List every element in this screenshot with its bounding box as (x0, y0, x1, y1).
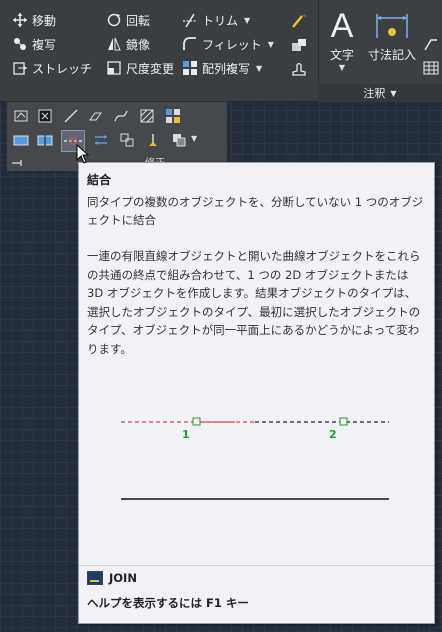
leader-icon[interactable] (423, 36, 439, 52)
stretch-label: ストレッチ (32, 61, 93, 76)
array-label: 配列複写 (202, 61, 251, 76)
join-tooltip: 結合 同タイプの複数のオブジェクトを、分断していない 1 つのオブジェクトに結合… (78, 162, 435, 624)
tooltip-help: ヘルプを表示するには F1 キー (87, 596, 249, 610)
tooltip-separator (79, 565, 434, 566)
diagram-label-1: 1 (182, 428, 190, 441)
text-dropdown-icon: ▼ (338, 63, 346, 72)
array-button[interactable]: 配列複写 ▼ (182, 58, 262, 78)
move-label: 移動 (32, 13, 57, 28)
tooltip-detail: 一連の有限直線オブジェクトと開いた曲線オブジェクトをこれらの共通の終点で組み合わ… (87, 249, 421, 356)
draw-order-icon (173, 134, 186, 147)
edit-spline-icon[interactable] (113, 108, 129, 124)
annotation-expand-icon: ▼ (390, 88, 397, 98)
draw-order-button[interactable]: ▼ (171, 132, 201, 148)
trim-dropdown-icon[interactable]: ▼ (244, 16, 250, 25)
lengthen-icon[interactable] (63, 108, 79, 124)
diagram-label-2: 2 (329, 428, 337, 441)
break-at-point-icon[interactable] (13, 132, 29, 148)
rotate-button[interactable]: 回転 (106, 10, 150, 30)
scale-icon (106, 60, 122, 76)
array-dropdown-icon[interactable]: ▼ (256, 64, 262, 73)
text-label: 文字 (329, 48, 354, 62)
move-button[interactable]: 移動 (12, 10, 56, 30)
copy-button[interactable]: 複写 (12, 34, 56, 54)
text-button[interactable]: A 文字 ▼ (327, 8, 357, 72)
annotation-panel-label: 注釈 (363, 87, 386, 100)
reverse-icon[interactable] (93, 132, 109, 148)
array-icon (182, 60, 198, 76)
rotate-icon (106, 12, 122, 28)
trim-icon (182, 12, 198, 28)
command-line-icon (87, 571, 103, 585)
pin-icon[interactable] (145, 132, 161, 148)
stretch-icon (12, 60, 28, 76)
tooltip-summary: 同タイプの複数のオブジェクトを、分断していない 1 つのオブジェクトに結合 (87, 195, 424, 227)
rotate-label: 回転 (126, 13, 151, 28)
mouse-cursor-icon (76, 144, 90, 164)
scale-label: 尺度変更 (126, 61, 175, 76)
tooltip-command: JOIN (87, 571, 137, 585)
move-icon (12, 12, 28, 28)
break-icon[interactable] (37, 132, 53, 148)
pin-panel-icon[interactable] (11, 156, 25, 166)
fillet-icon (182, 36, 198, 52)
mirror-button[interactable]: 鏡像 (106, 34, 150, 54)
stamp-icon[interactable] (290, 60, 308, 78)
edit-hatch-icon[interactable] (139, 108, 155, 124)
text-a-icon: A (330, 7, 354, 45)
tooltip-title: 結合 (87, 173, 112, 187)
fillet-button[interactable]: フィレット ▼ (182, 34, 274, 54)
fillet-dropdown-icon[interactable]: ▼ (268, 40, 274, 49)
mirror-label: 鏡像 (126, 37, 151, 52)
trim-button[interactable]: トリム ▼ (182, 10, 250, 30)
overkill-icon[interactable] (119, 132, 135, 148)
trim-label: トリム (202, 13, 239, 28)
brush-icon[interactable] (290, 12, 308, 30)
draw-order-dropdown-icon: ▼ (191, 134, 198, 143)
diagram-marker-1 (192, 417, 201, 426)
mirror-icon (106, 36, 122, 52)
edit-polyline-icon[interactable] (13, 108, 29, 124)
dimension-button[interactable]: 寸法記入 (367, 8, 417, 63)
copy-label: 複写 (32, 37, 57, 52)
edit-array-icon[interactable] (165, 108, 181, 124)
copy-icon (12, 36, 28, 52)
table-icon[interactable] (423, 60, 439, 76)
erase-icon[interactable] (87, 108, 103, 124)
blocks-icon[interactable] (290, 36, 308, 54)
fillet-label: フィレット (202, 37, 262, 52)
annotation-panel-footer[interactable]: 注釈 ▼ (318, 84, 442, 102)
join-diagram: 1 2 (121, 417, 389, 500)
dimension-label: 寸法記入 (367, 48, 416, 62)
dimension-icon (367, 8, 417, 44)
explode-icon[interactable] (37, 108, 53, 124)
scale-button[interactable]: 尺度変更 (106, 58, 174, 78)
tooltip-command-name: JOIN (109, 571, 137, 585)
diagram-marker-2 (339, 417, 348, 426)
stretch-button[interactable]: ストレッチ (12, 58, 92, 78)
